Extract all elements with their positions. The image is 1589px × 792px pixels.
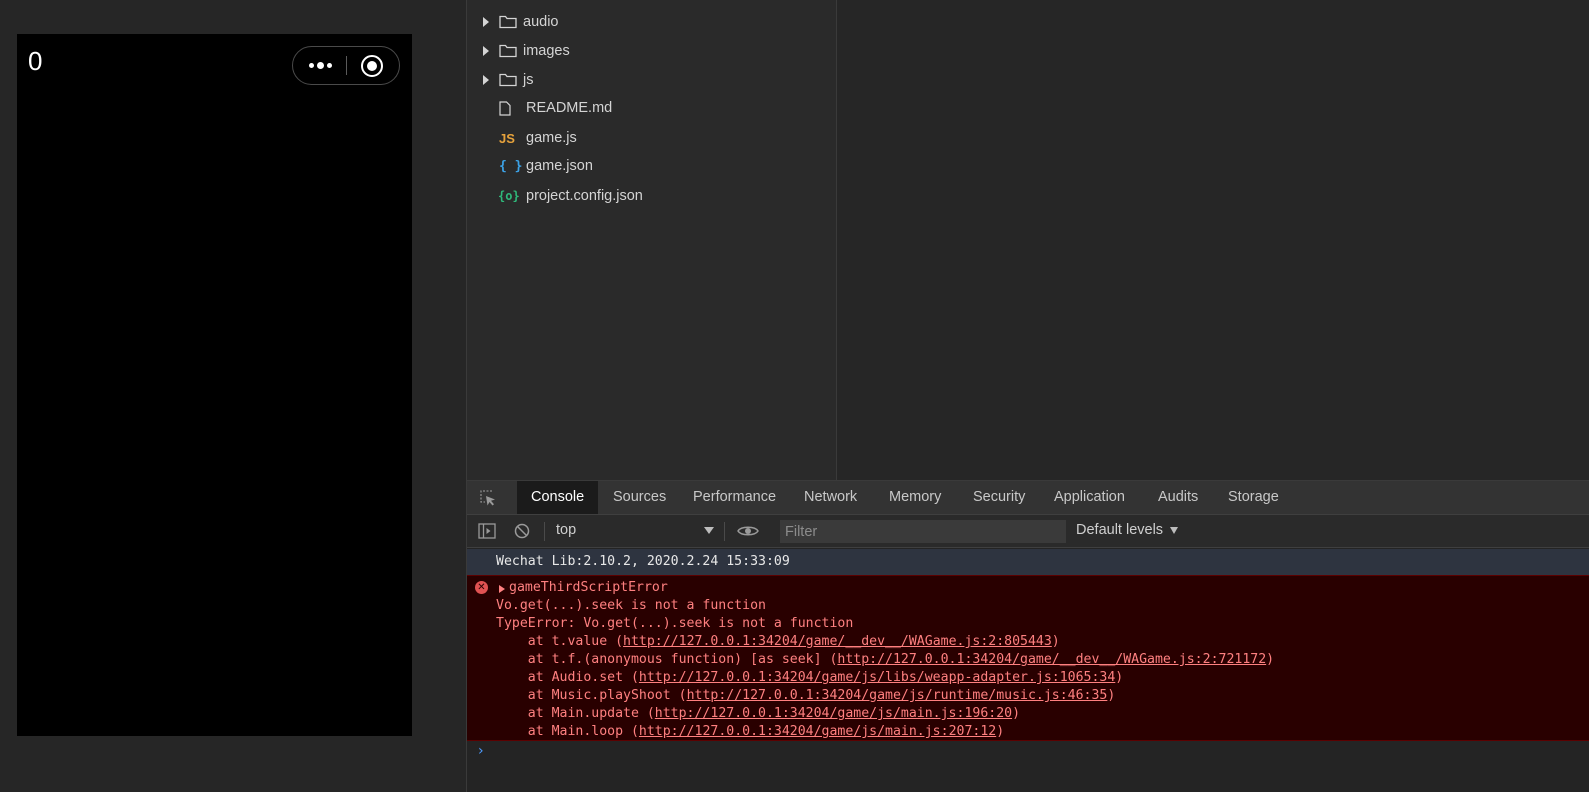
- score-display: 0: [28, 46, 43, 76]
- tab-performance[interactable]: Performance: [679, 481, 790, 514]
- folder-icon: [499, 44, 517, 58]
- tree-file-project-config[interactable]: {o} project.config.json: [467, 182, 836, 210]
- tree-item-label: README.md: [526, 100, 613, 116]
- stack-frame: at t.f.(anonymous function) [as seek] (h…: [496, 652, 1274, 667]
- more-dots-icon[interactable]: [306, 47, 334, 84]
- stack-frame-link[interactable]: http://127.0.0.1:34204/game/js/main.js:2…: [639, 724, 996, 739]
- tree-folder-js[interactable]: js: [467, 66, 836, 94]
- log-text: Wechat Lib:2.10.2, 2020.2.24 15:33:09: [496, 554, 790, 569]
- tab-application[interactable]: Application: [1040, 481, 1139, 514]
- stack-frame-prefix: at t.value (: [496, 634, 624, 649]
- game-canvas[interactable]: 0: [17, 34, 412, 736]
- stack-frame-link[interactable]: http://127.0.0.1:34204/game/__dev__/WAGa…: [623, 634, 1052, 649]
- tab-security[interactable]: Security: [959, 481, 1039, 514]
- stack-frame: at t.value (http://127.0.0.1:34204/game/…: [496, 634, 1060, 649]
- tree-file-game-json[interactable]: { } game.json: [467, 152, 836, 180]
- stack-frame-suffix: ): [1266, 652, 1275, 667]
- folder-icon: [499, 73, 517, 87]
- clear-console-icon[interactable]: [514, 523, 530, 539]
- console-prompt[interactable]: ›: [478, 743, 484, 759]
- toolbar-divider: [544, 522, 545, 541]
- tree-item-label: audio: [523, 14, 559, 30]
- stack-frame-suffix: ): [996, 724, 1005, 739]
- stack-frame-prefix: at Main.loop (: [496, 724, 639, 739]
- tree-item-label: images: [523, 43, 570, 59]
- stack-frame-suffix: ): [1012, 706, 1021, 721]
- toolbar-divider: [724, 522, 725, 541]
- log-levels-dropdown[interactable]: Default levels: [1076, 522, 1163, 538]
- tree-file-readme[interactable]: README.md: [467, 94, 836, 122]
- devtools-window: 0 audio images js README.md JS game.js {…: [0, 0, 1589, 792]
- capsule-menu: [292, 46, 400, 85]
- tree-item-label: project.config.json: [526, 188, 643, 204]
- stack-frame-link[interactable]: http://127.0.0.1:34204/game/js/libs/weap…: [639, 670, 1115, 685]
- tab-sources[interactable]: Sources: [599, 481, 680, 514]
- stack-frame: at Main.update (http://127.0.0.1:34204/g…: [496, 706, 1020, 721]
- expand-arrow-icon[interactable]: [499, 585, 505, 593]
- chevron-down-icon[interactable]: [1170, 527, 1178, 534]
- tree-file-game-js[interactable]: JS game.js: [467, 124, 836, 152]
- stack-frame-prefix: at t.f.(anonymous function) [as seek] (: [496, 652, 838, 667]
- simulator-panel: 0: [0, 0, 466, 792]
- stack-frame-prefix: at Audio.set (: [496, 670, 639, 685]
- stack-frame-prefix: at Main.update (: [496, 706, 655, 721]
- config-file-icon: {o}: [498, 189, 520, 203]
- tab-network[interactable]: Network: [790, 481, 871, 514]
- tree-folder-audio[interactable]: audio: [467, 8, 836, 36]
- show-sidebar-icon[interactable]: [478, 523, 496, 539]
- console-error-message: ✕ gameThirdScriptError Vo.get(...).seek …: [467, 575, 1589, 741]
- tree-folder-images[interactable]: images: [467, 37, 836, 65]
- json-file-icon: { }: [499, 158, 523, 174]
- tab-memory[interactable]: Memory: [875, 481, 955, 514]
- stack-frame: at Music.playShoot (http://127.0.0.1:342…: [496, 688, 1116, 703]
- stack-frame-link[interactable]: http://127.0.0.1:34204/game/js/main.js:1…: [655, 706, 1012, 721]
- stack-frame-suffix: ): [1051, 634, 1060, 649]
- editor-area[interactable]: [837, 0, 1589, 480]
- chevron-right-icon[interactable]: [483, 75, 489, 85]
- target-close-icon[interactable]: [361, 55, 383, 77]
- tree-item-label: js: [523, 72, 534, 88]
- stack-frame-prefix: at Music.playShoot (: [496, 688, 687, 703]
- capsule-divider: [346, 56, 347, 75]
- context-selector[interactable]: top: [556, 522, 576, 538]
- eye-icon[interactable]: [737, 524, 759, 538]
- error-message: Vo.get(...).seek is not a function: [496, 598, 766, 613]
- stack-frame-suffix: ): [1115, 670, 1124, 685]
- tree-item-label: game.json: [526, 158, 593, 174]
- error-type-line: TypeError: Vo.get(...).seek is not a fun…: [496, 616, 854, 631]
- tab-console[interactable]: Console: [517, 481, 599, 514]
- devtools-tabbar: Console Sources Performance Network Memo…: [467, 481, 1589, 515]
- inspect-element-icon[interactable]: [479, 490, 497, 507]
- chevron-down-icon[interactable]: [704, 527, 714, 534]
- tab-audits[interactable]: Audits: [1144, 481, 1212, 514]
- console-filter-input[interactable]: [780, 520, 1066, 543]
- file-explorer: audio images js README.md JS game.js { }…: [467, 0, 836, 480]
- js-file-icon: JS: [499, 130, 515, 146]
- devtools-panel: Console Sources Performance Network Memo…: [467, 480, 1589, 792]
- file-icon: [499, 100, 511, 116]
- stack-frame: at Main.loop (http://127.0.0.1:34204/gam…: [496, 724, 1004, 739]
- tree-item-label: game.js: [526, 130, 577, 146]
- tab-storage[interactable]: Storage: [1214, 481, 1293, 514]
- chevron-right-icon[interactable]: [483, 46, 489, 56]
- console-toolbar: top Default levels: [467, 515, 1589, 548]
- stack-frame-link[interactable]: http://127.0.0.1:34204/game/__dev__/WAGa…: [837, 652, 1266, 667]
- folder-icon: [499, 15, 517, 29]
- error-title[interactable]: gameThirdScriptError: [509, 580, 668, 595]
- chevron-right-icon[interactable]: [483, 17, 489, 27]
- stack-frame-suffix: ): [1107, 688, 1116, 703]
- stack-frame: at Audio.set (http://127.0.0.1:34204/gam…: [496, 670, 1124, 685]
- stack-frame-link[interactable]: http://127.0.0.1:34204/game/js/runtime/m…: [687, 688, 1108, 703]
- console-info-message: Wechat Lib:2.10.2, 2020.2.24 15:33:09: [467, 549, 1589, 575]
- error-icon: ✕: [475, 581, 488, 594]
